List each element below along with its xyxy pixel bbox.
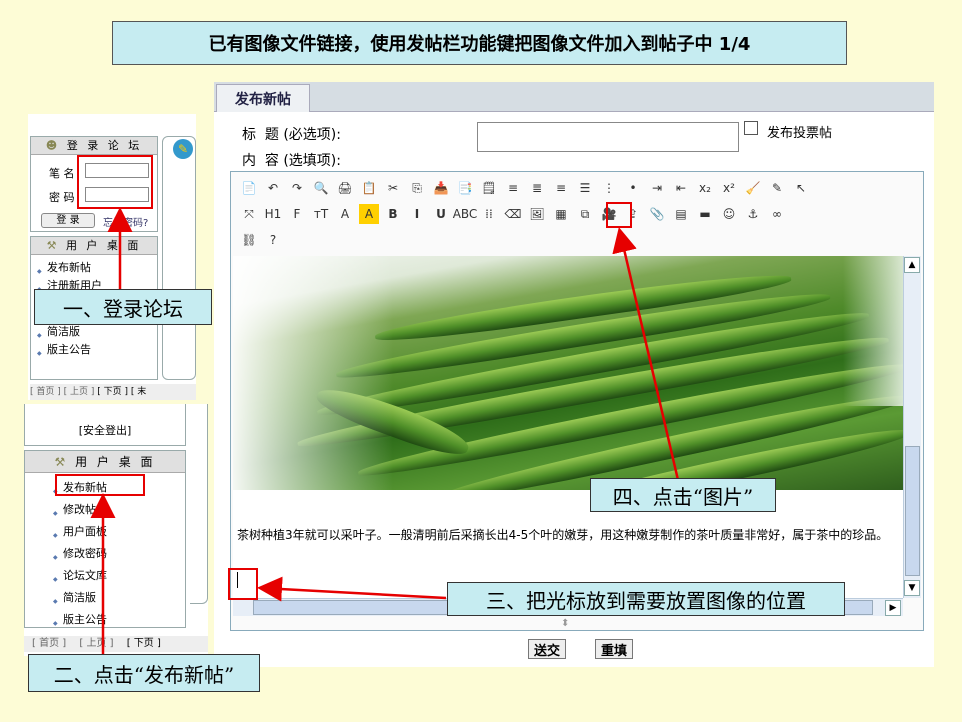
callout-step4: 四、点击“图片” xyxy=(590,478,776,512)
arrow-step4 xyxy=(612,227,680,481)
callout-step1: 一、登录论坛 xyxy=(34,289,212,325)
arrow-step3 xyxy=(257,576,447,602)
callout-step3: 三、把光标放到需要放置图像的位置 xyxy=(447,582,845,616)
callout-step2: 二、点击“发布新帖” xyxy=(28,654,260,692)
